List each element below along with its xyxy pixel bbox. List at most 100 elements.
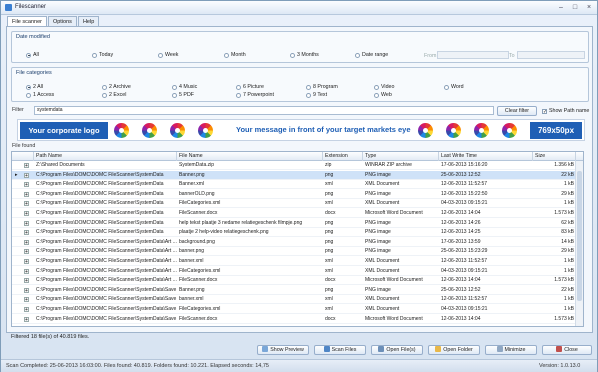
table-row[interactable]: + C:\Program Files\DOMC\DOMC FileScanner\… [12,180,576,190]
minimize-button[interactable]: Minimize [485,345,537,355]
cell-file-name: bannerOLD.png [179,190,215,197]
expand-icon[interactable]: + [24,163,29,169]
cell-path-name: Z:\Shared Documents [36,162,85,168]
tab-help[interactable]: Help [77,16,100,26]
expand-icon[interactable]: + [24,249,29,255]
scrollbar-thumb[interactable] [577,171,582,301]
flower-icon [114,123,129,138]
expand-icon[interactable]: + [24,307,29,313]
table-row[interactable]: + C:\Program Files\DOMC\DOMC FileScanner\… [12,199,576,209]
expand-icon[interactable]: + [24,239,29,245]
cell-size: 1 kB [563,200,574,207]
minimize-icon [496,346,503,352]
expand-icon[interactable]: + [24,297,29,303]
category-radio-music[interactable]: 4 Music [172,84,197,90]
expand-icon[interactable]: + [24,182,29,188]
cell-size: 1 kB [563,296,574,303]
date-radio-3-months[interactable]: 3 Months [290,52,319,58]
expand-icon[interactable]: + [24,211,29,217]
table-row[interactable]: + C:\Program Files\DOMC\DOMC FileScanner\… [12,257,576,266]
expand-icon[interactable]: + [24,172,29,178]
date-radio-date-range[interactable]: Date range [355,52,388,58]
cell-last-write-time: 17-06-2013 15:16:20 [441,162,488,168]
cell-size: 1.573 kB [554,315,574,322]
title-bar: Filescanner – □ × [1,1,597,15]
table-row[interactable]: + C:\Program Files\DOMC\DOMC FileScanner\… [12,228,576,238]
table-row[interactable]: + C:\Program Files\DOMC\DOMC FileScanner\… [12,190,576,199]
header-size[interactable]: Size [533,152,576,161]
category-radio-program[interactable]: 8 Program [306,84,338,90]
banner-message: Your message in front of your target mar… [236,125,411,134]
filter-input[interactable]: systemdata [34,106,494,115]
expand-icon[interactable]: + [24,201,29,207]
category-radio-pdf[interactable]: 5 PDF [172,92,194,98]
file-categories-title: File categories [16,70,52,76]
minimize-window-icon[interactable]: – [555,3,567,12]
category-radio-video[interactable]: Video [374,84,394,90]
close-window-icon[interactable]: × [583,3,595,12]
header-path-name[interactable]: Path Name [34,152,177,161]
table-row[interactable]: + C:\Program Files\DOMC\DOMC FileScanner\… [12,286,576,295]
maximize-window-icon[interactable]: □ [569,3,581,12]
header-file-name[interactable]: File Name [177,152,323,161]
advert-banner[interactable]: Your corporate logo Your message in fron… [17,119,585,141]
date-to-field[interactable] [517,51,585,59]
expand-icon[interactable]: + [24,316,29,322]
flower-icon [170,123,185,138]
table-row[interactable]: + ▸ C:\Program Files\DOMC\DOMC FileScanner… [12,170,576,180]
table-row[interactable]: + C:\Program Files\DOMC\DOMC FileScanner\… [12,305,576,314]
category-radio-text[interactable]: 9 Text [306,92,327,98]
tab-options[interactable]: Options [47,16,77,26]
cell-size: 1.356 kB [554,162,574,168]
table-row[interactable]: + C:\Program Files\DOMC\DOMC FileScanner\… [12,267,576,276]
category-radio-excel[interactable]: 2 Excel [102,92,126,98]
category-radio-archive[interactable]: 2 Archive [102,84,131,90]
grid-scrollbar[interactable] [575,161,583,326]
category-radio-powerpoint[interactable]: 7 Powerpoint [236,92,274,98]
open-files-button[interactable]: Open File(s) [371,345,423,355]
tab-file-scanner[interactable]: File scanner [7,16,47,26]
flower-icon [474,123,489,138]
open-folder-button[interactable]: Open Folder [428,345,480,355]
table-row[interactable]: + C:\Program Files\DOMC\DOMC FileScanner\… [12,247,576,257]
cell-extension: png [325,171,334,178]
date-radio-all[interactable]: All [26,52,39,58]
category-radio-word[interactable]: Word [444,84,464,90]
category-radio-web[interactable]: Web [374,92,392,98]
table-row[interactable]: + C:\Program Files\DOMC\DOMC FileScanner\… [12,209,576,218]
date-radio-week[interactable]: Week [158,52,178,58]
window-title: Filescanner [15,4,47,10]
expand-icon[interactable]: + [24,268,29,274]
filtered-status: Filtered 18 file(s) of 40.819 files. [11,334,90,340]
scan-icon [323,346,330,352]
date-radio-month[interactable]: Month [224,52,246,58]
header-type[interactable]: Type [363,152,439,161]
scan-files-button[interactable]: Scan Files [314,345,366,355]
table-row[interactable]: + C:\Program Files\DOMC\DOMC FileScanner\… [12,276,576,286]
expand-icon[interactable]: + [24,278,29,284]
header-extension[interactable]: Extension [323,152,363,161]
expand-icon[interactable]: + [24,191,29,197]
header-last-write-time[interactable]: Last Write Time [439,152,533,161]
expand-icon[interactable]: + [24,287,29,293]
date-from-field[interactable] [437,51,509,59]
cell-size: 22 kB [561,286,574,293]
date-radio-today[interactable]: Today [92,52,113,58]
category-radio-all[interactable]: 2 All [26,84,43,90]
category-radio-picture[interactable]: 6 Picture [236,84,264,90]
show-preview-button[interactable]: Show Preview [257,345,309,355]
show-path-checkbox[interactable]: ✓ Show Path name [542,108,589,114]
table-row[interactable]: + C:\Program Files\DOMC\DOMC FileScanner\… [12,238,576,247]
expand-icon[interactable]: + [24,220,29,226]
expand-icon[interactable]: + [24,259,29,265]
category-radio-access[interactable]: 1 Access [26,92,54,98]
close-button[interactable]: Close [542,345,592,355]
header-row-selector [12,152,34,161]
table-row[interactable]: + C:\Program Files\DOMC\DOMC FileScanner\… [12,295,576,305]
clear-filter-button[interactable]: Clear filter [497,106,537,116]
table-row[interactable]: + C:\Program Files\DOMC\DOMC FileScanner\… [12,315,576,324]
to-label: To [509,53,515,59]
expand-icon[interactable]: + [24,230,29,236]
table-row[interactable]: + C:\Program Files\DOMC\DOMC FileScanner\… [12,219,576,228]
table-row[interactable]: + Z:\Shared Documents SystemData.zip zip WIN… [12,161,576,170]
